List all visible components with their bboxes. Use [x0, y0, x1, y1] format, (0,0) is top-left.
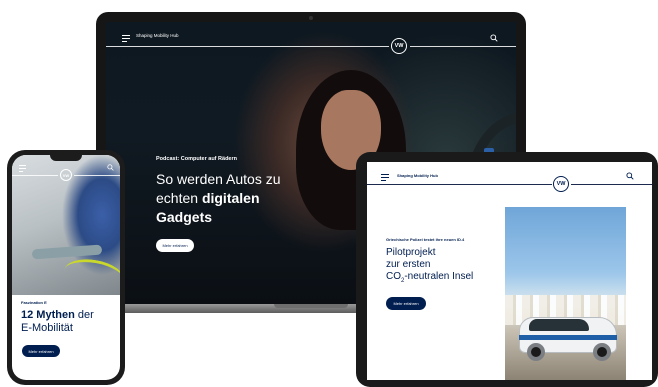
phone-header-line-right: [74, 175, 120, 176]
laptop-camera: [309, 16, 313, 20]
hero-headline-line2: echten digitalen: [156, 189, 281, 208]
tablet-screen: Shaping Mobility Hub VW Griechische Poli…: [367, 162, 652, 380]
tablet-hero-photo: [505, 207, 626, 380]
search-icon[interactable]: [626, 172, 634, 180]
laptop-trackpad-notch: [274, 304, 348, 308]
phone-screen: VW Faszination E 12 Mythen der E-Mobilit…: [12, 155, 120, 380]
photo-car-wheel-front: [527, 343, 545, 361]
phone-header-line-left: [12, 175, 58, 176]
hero-headline: So werden Autos zu echten digitalen Gadg…: [156, 170, 281, 227]
header-line-right: [410, 46, 516, 47]
hero-cta-button[interactable]: Mehr erfahren: [156, 239, 194, 252]
hero-headline-light: echten: [156, 190, 199, 206]
phone-headline: 12 Mythen der E-Mobilität: [21, 309, 94, 335]
phone-headline-line2: E-Mobilität: [21, 322, 73, 334]
tablet-headline-line1: Pilotprojekt: [386, 247, 436, 258]
tablet-header-line-right: [571, 184, 652, 185]
tablet-headline-line2: zur ersten: [386, 259, 431, 270]
hub-title[interactable]: Shaping Mobility Hub: [136, 33, 179, 38]
tablet-header-line-left: [367, 184, 552, 185]
tablet-headline-rest: -neutralen Insel: [404, 271, 474, 282]
phone-cta-button[interactable]: Mehr erfahren: [22, 345, 60, 357]
search-icon[interactable]: [107, 164, 114, 171]
phone-headline-bold: 12 Mythen: [21, 309, 75, 321]
menu-icon[interactable]: [19, 165, 26, 174]
search-icon[interactable]: [490, 34, 498, 42]
tablet-kicker: Griechische Polizei testet ihre neuen ID…: [386, 237, 465, 242]
vw-logo-icon[interactable]: VW: [391, 38, 407, 54]
hero-kicker: Podcast: Computer auf Rädern: [156, 156, 237, 162]
photo-car-window: [529, 319, 589, 331]
tablet-cta-button[interactable]: Mehr erfahren: [386, 297, 426, 310]
menu-icon[interactable]: [381, 174, 389, 183]
phone-headline-line1: 12 Mythen der: [21, 309, 94, 322]
photo-car-stripe: [519, 335, 617, 340]
tablet-headline-line3: CO2-neutralen Insel: [386, 271, 473, 287]
menu-icon[interactable]: [122, 35, 130, 44]
vw-logo-icon[interactable]: VW: [60, 169, 72, 181]
phone-kicker: Faszination E: [21, 300, 47, 305]
header-line-left: [106, 46, 389, 47]
hub-title[interactable]: Shaping Mobility Hub: [397, 173, 438, 178]
phone-notch: [50, 155, 82, 161]
tablet-headline: Pilotprojekt zur ersten CO2-neutralen In…: [386, 247, 473, 287]
photo-car-wheel-rear: [593, 343, 611, 361]
hero-headline-bold: digitalen: [201, 190, 260, 206]
tablet-headline-co: CO: [386, 271, 401, 282]
hero-headline-line1: So werden Autos zu: [156, 171, 281, 187]
phone-headline-rest: der: [77, 309, 94, 321]
hero-headline-line3: Gadgets: [156, 209, 213, 225]
vw-logo-icon[interactable]: VW: [553, 176, 569, 192]
